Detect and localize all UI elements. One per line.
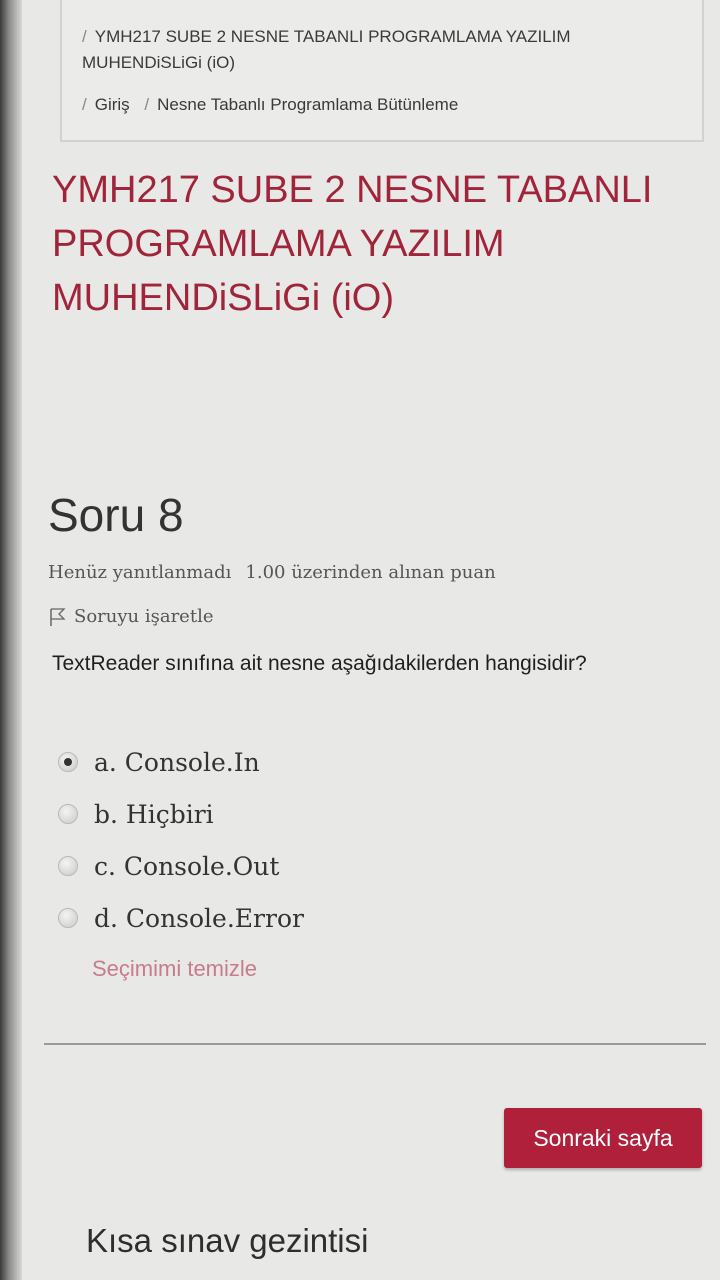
divider xyxy=(44,1043,706,1045)
page-title: YMH217 SUBE 2 NESNE TABANLI PROGRAMLAMA … xyxy=(52,169,653,319)
flag-label: Soruyu işaretle xyxy=(74,606,214,627)
radio-button[interactable] xyxy=(58,752,78,772)
question-state: Henüz yanıtlanmadı xyxy=(48,562,232,583)
quiz-navigation-title: Kısa sınav gezintisi xyxy=(86,1222,369,1259)
breadcrumb-separator: / xyxy=(144,95,150,114)
answer-list: a. Console.In b. Hiçbiri c. Console.Out … xyxy=(58,736,304,944)
next-page-button[interactable]: Sonraki sayfa xyxy=(504,1108,702,1168)
answer-option-c[interactable]: c. Console.Out xyxy=(58,840,304,892)
breadcrumb-course-row: / YMH217 SUBE 2 NESNE TABANLI PROGRAMLAMA… xyxy=(82,24,686,76)
breadcrumb-separator: / xyxy=(82,95,87,114)
answer-option-b[interactable]: b. Hiçbiri xyxy=(58,788,304,840)
breadcrumb-nav-row: / Giriş / Nesne Tabanlı Programlama Bütünl… xyxy=(82,92,686,118)
flag-icon xyxy=(50,607,66,626)
question-info: Henüz yanıtlanmadı 1.00 üzerinden alınan … xyxy=(48,562,496,583)
breadcrumb-home-link[interactable]: Giriş xyxy=(95,95,130,114)
breadcrumb-quiz-link[interactable]: Nesne Tabanlı Programlama Bütünleme xyxy=(157,95,458,114)
flag-question-link[interactable]: Soruyu işaretle xyxy=(48,606,213,627)
radio-button[interactable] xyxy=(58,856,78,876)
question-text: TextReader sınıfına ait nesne aşağıdakil… xyxy=(52,652,587,675)
answer-option-a[interactable]: a. Console.In xyxy=(58,736,304,788)
radio-button[interactable] xyxy=(58,908,78,928)
answer-label[interactable]: d. Console.Error xyxy=(94,904,304,933)
breadcrumb-course-link[interactable]: YMH217 SUBE 2 NESNE TABANLI PROGRAMLAMA … xyxy=(82,27,571,72)
question-mark: 1.00 üzerinden alınan puan xyxy=(245,562,496,583)
question-number: Soru 8 xyxy=(48,489,184,541)
clear-choice-link[interactable]: Seçimimi temizle xyxy=(92,956,257,982)
screen-edge xyxy=(0,0,22,1280)
breadcrumb-separator: / xyxy=(82,27,87,46)
answer-label[interactable]: b. Hiçbiri xyxy=(94,800,214,829)
answer-label[interactable]: c. Console.Out xyxy=(94,852,279,881)
answer-option-d[interactable]: d. Console.Error xyxy=(58,892,304,944)
radio-button[interactable] xyxy=(58,804,78,824)
answer-label[interactable]: a. Console.In xyxy=(94,748,260,777)
breadcrumb: / YMH217 SUBE 2 NESNE TABANLI PROGRAMLAMA… xyxy=(60,0,704,142)
